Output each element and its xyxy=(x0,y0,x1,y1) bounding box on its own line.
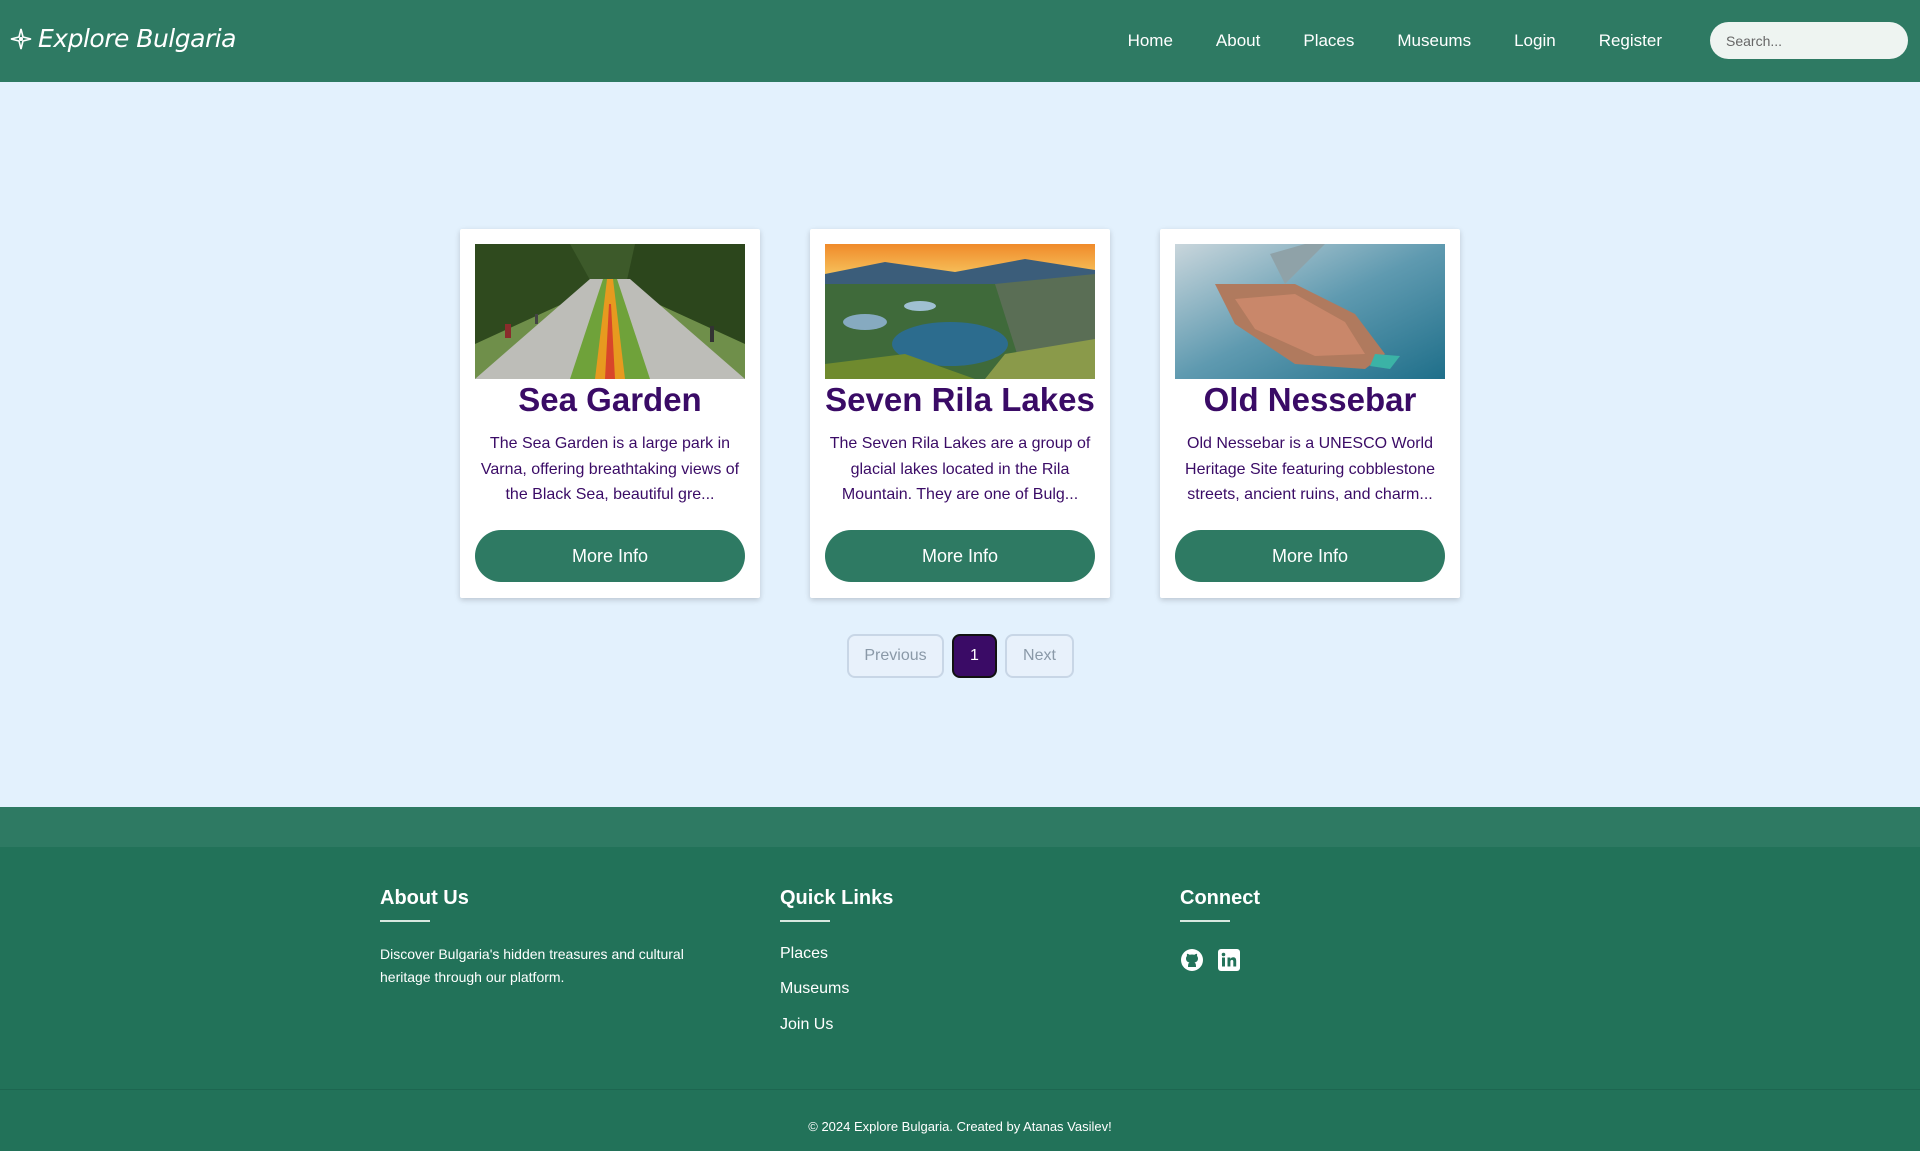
sea-garden-image[interactable] xyxy=(475,244,745,379)
heading-underline xyxy=(1180,920,1230,922)
next-page-button[interactable]: Next xyxy=(1005,634,1074,678)
card-title: Sea Garden xyxy=(518,381,702,418)
more-info-button[interactable]: More Info xyxy=(825,530,1095,582)
seven-rila-lakes-image[interactable] xyxy=(825,244,1095,379)
card-title: Old Nessebar xyxy=(1203,381,1417,418)
footer-quick-links: Quick Links xyxy=(780,887,893,922)
copyright-text: © 2024 Explore Bulgaria. Created by Atan… xyxy=(808,1119,1112,1134)
place-card: Old Nessebar Old Nessebar is a UNESCO Wo… xyxy=(1160,229,1460,598)
nav-home[interactable]: Home xyxy=(1128,31,1173,51)
site-header: Explore Bulgaria Home About Places Museu… xyxy=(0,0,1920,82)
card-description: The Sea Garden is a large park in Varna,… xyxy=(480,435,740,503)
search-input[interactable] xyxy=(1710,22,1908,59)
card-title: Seven Rila Lakes xyxy=(825,381,1095,418)
footer-links-heading: Quick Links xyxy=(780,887,894,909)
more-info-button[interactable]: More Info xyxy=(475,530,745,582)
more-info-button[interactable]: More Info xyxy=(1175,530,1445,582)
github-icon[interactable] xyxy=(1180,948,1204,972)
nav-login[interactable]: Login xyxy=(1514,31,1556,51)
footer-connect-heading: Connect xyxy=(1180,887,1260,909)
logo[interactable]: Explore Bulgaria xyxy=(10,24,236,53)
previous-page-button[interactable]: Previous xyxy=(847,634,944,678)
logo-text: Explore Bulgaria xyxy=(38,24,236,53)
card-description: Old Nessebar is a UNESCO World Heritage … xyxy=(1185,435,1435,503)
footer-connect: Connect xyxy=(1180,887,1260,922)
footer-about-heading: About Us xyxy=(380,887,469,909)
heading-underline xyxy=(780,920,830,922)
place-card: Sea Garden The Sea Garden is a large par… xyxy=(460,229,760,598)
place-card: Seven Rila Lakes The Seven Rila Lakes ar… xyxy=(810,229,1110,598)
heading-underline xyxy=(380,920,430,922)
footer-link-join-us[interactable]: Join Us xyxy=(780,1016,833,1034)
nav-register[interactable]: Register xyxy=(1599,31,1662,51)
footer-top-band xyxy=(0,807,1920,847)
old-nessebar-image[interactable] xyxy=(1175,244,1445,379)
linkedin-icon[interactable] xyxy=(1217,948,1241,972)
footer-divider xyxy=(0,1089,1920,1090)
footer-link-places[interactable]: Places xyxy=(780,945,828,963)
footer-link-museums[interactable]: Museums xyxy=(780,980,849,998)
main-nav: Home About Places Museums Login Register xyxy=(1085,0,1662,82)
nav-about[interactable]: About xyxy=(1216,31,1260,51)
site-footer: About Us Discover Bulgaria's hidden trea… xyxy=(0,847,1920,1151)
compass-star-icon xyxy=(10,28,32,50)
nav-museums[interactable]: Museums xyxy=(1397,31,1471,51)
page-1-button[interactable]: 1 xyxy=(952,634,997,678)
footer-about-text: Discover Bulgaria's hidden treasures and… xyxy=(380,946,684,985)
footer-about: About Us xyxy=(380,887,469,922)
nav-places[interactable]: Places xyxy=(1303,31,1354,51)
card-description: The Seven Rila Lakes are a group of glac… xyxy=(829,435,1091,503)
